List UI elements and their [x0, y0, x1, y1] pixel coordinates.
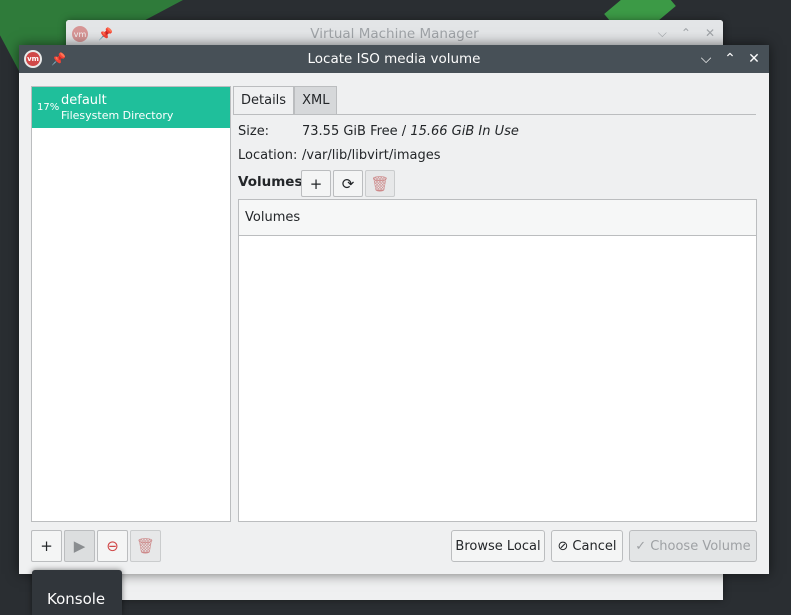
maximize-icon[interactable]: ⌃ — [723, 50, 737, 68]
konsole-taskbar-item[interactable]: Konsole — [32, 570, 122, 615]
size-free: 73.55 GiB Free / — [302, 124, 411, 139]
minimize-icon[interactable]: ⌵ — [699, 50, 713, 68]
pool-name: default — [61, 92, 107, 108]
cancel-icon: ⊘ — [557, 538, 569, 554]
volumes-table[interactable]: Volumes — [238, 199, 757, 522]
delete-volume-button[interactable]: 🗑 — [365, 170, 395, 197]
close-icon[interactable]: ✕ — [747, 50, 761, 68]
dialog-titlebar[interactable]: vm 📌 Locate ISO media volume ⌵ ⌃ ✕ — [19, 45, 769, 73]
detail-tabs: Details XML — [233, 86, 338, 114]
volumes-column-header[interactable]: Volumes — [239, 200, 756, 236]
storage-pool-list[interactable]: 17% default Filesystem Directory — [31, 86, 231, 522]
pool-type: Filesystem Directory — [61, 108, 174, 122]
konsole-label: Konsole — [47, 590, 106, 608]
size-label: Size: — [238, 124, 270, 139]
bg-close-icon[interactable]: ✕ — [705, 26, 715, 41]
bg-minimize-icon[interactable]: ⌵ — [658, 26, 667, 41]
choose-volume-label: Choose Volume — [650, 538, 751, 554]
pin-icon[interactable]: 📌 — [51, 52, 66, 66]
volume-toolbar: + ⟳ 🗑 — [301, 170, 397, 197]
location-label: Location: — [238, 148, 298, 163]
browse-local-label: Browse Local — [455, 538, 541, 554]
delete-pool-button[interactable]: 🗑 — [130, 530, 161, 562]
browse-local-button[interactable]: Browse Local — [451, 530, 545, 562]
tab-xml[interactable]: XML — [294, 86, 338, 114]
tab-details[interactable]: Details — [233, 86, 295, 114]
stop-pool-button[interactable]: ⊖ — [97, 530, 128, 562]
choose-volume-button[interactable]: ✓ Choose Volume — [629, 530, 757, 562]
add-volume-button[interactable]: + — [301, 170, 331, 197]
size-value: 73.55 GiB Free / 15.66 GiB In Use — [302, 124, 519, 139]
bg-maximize-icon[interactable]: ⌃ — [681, 26, 691, 41]
locate-iso-dialog: vm 📌 Locate ISO media volume ⌵ ⌃ ✕ 17% d… — [19, 45, 769, 574]
location-value: /var/lib/libvirt/images — [302, 148, 441, 163]
cancel-label: Cancel — [572, 538, 617, 554]
refresh-volumes-button[interactable]: ⟳ — [333, 170, 363, 197]
virt-manager-icon[interactable]: vm — [24, 50, 42, 68]
pool-toolbar: + ▶ ⊖ 🗑 — [31, 530, 163, 562]
pool-usage-percent: 17% — [37, 102, 60, 113]
start-pool-button[interactable]: ▶ — [64, 530, 95, 562]
volumes-heading: Volumes — [238, 174, 303, 190]
bg-window-title: Virtual Machine Manager — [310, 26, 479, 42]
pool-item-default[interactable]: 17% default Filesystem Directory — [32, 87, 230, 128]
tab-divider — [233, 114, 756, 115]
checkmark-icon: ✓ — [635, 538, 647, 554]
size-used: 15.66 GiB In Use — [410, 124, 519, 139]
dialog-title: Locate ISO media volume — [307, 51, 481, 67]
add-pool-button[interactable]: + — [31, 530, 62, 562]
cancel-button[interactable]: ⊘ Cancel — [551, 530, 623, 562]
